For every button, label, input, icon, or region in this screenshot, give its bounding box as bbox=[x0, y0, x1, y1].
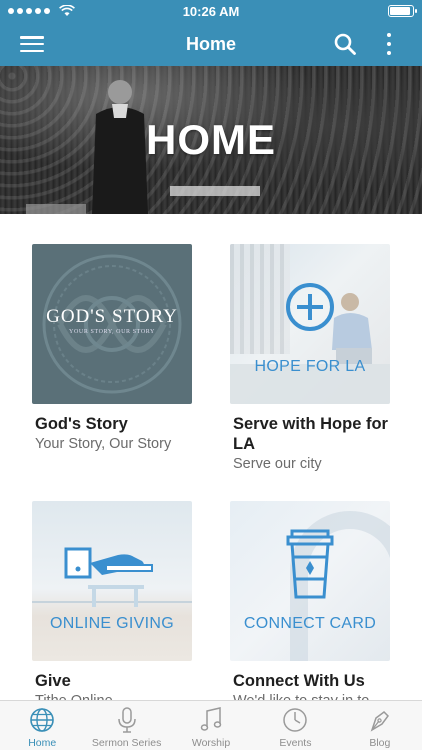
hero-banner: HOME bbox=[0, 66, 422, 214]
tile-connect[interactable]: CONNECT CARD Connect With Us We'd like t… bbox=[230, 501, 390, 711]
clock-icon bbox=[283, 708, 308, 732]
building-image bbox=[230, 244, 290, 354]
page-title: Home bbox=[185, 33, 236, 54]
tab-label: Worship bbox=[191, 737, 231, 749]
microphone-icon bbox=[117, 707, 136, 733]
tile-give[interactable]: ONLINE GIVING Give Tithe Online bbox=[32, 501, 192, 711]
keyboard-image bbox=[170, 186, 260, 196]
globe-icon bbox=[30, 708, 55, 732]
wifi-icon bbox=[59, 5, 75, 16]
tile-image-hope-for-la[interactable]: HOPE FOR LA bbox=[230, 244, 390, 404]
coffee-cup-icon bbox=[286, 529, 334, 599]
signal-dot-icon bbox=[35, 8, 41, 14]
tile-image-subtitle: YOUR STORY, OUR STORY bbox=[69, 329, 155, 335]
tab-blog[interactable]: Blog bbox=[338, 701, 422, 750]
tile-subtitle: Serve our city bbox=[233, 456, 322, 472]
tile-title: God's Story bbox=[35, 415, 128, 433]
person-photo-image bbox=[332, 293, 372, 364]
tile-image-label: ONLINE GIVING bbox=[50, 615, 174, 632]
podium-image bbox=[26, 204, 86, 214]
status-bar: 10:26 AM bbox=[0, 0, 422, 22]
tab-label: Sermon Series bbox=[91, 737, 162, 749]
battery-icon bbox=[388, 5, 417, 17]
tab-home[interactable]: Home bbox=[0, 701, 84, 750]
tile-gods-story[interactable]: GOD'S STORY YOUR STORY, OUR STORY God's … bbox=[32, 244, 192, 454]
signal-indicator bbox=[8, 5, 75, 17]
signal-dot-icon bbox=[44, 8, 50, 14]
pen-nib-icon bbox=[370, 711, 389, 732]
giving-hand-icon bbox=[64, 547, 153, 607]
tile-subtitle: Your Story, Our Story bbox=[35, 436, 172, 452]
tile-image-online-giving[interactable]: ONLINE GIVING bbox=[32, 501, 192, 661]
search-icon[interactable] bbox=[333, 32, 357, 56]
tile-title: Serve with Hope for LA bbox=[233, 415, 388, 453]
hero-title: HOME bbox=[146, 116, 276, 163]
signal-dot-icon bbox=[26, 8, 32, 14]
tab-events[interactable]: Events bbox=[253, 701, 337, 750]
plus-circle-icon bbox=[286, 283, 334, 331]
nav-bar: Home bbox=[0, 22, 422, 66]
signal-dot-icon bbox=[17, 8, 23, 14]
tab-label: Home bbox=[28, 737, 57, 749]
tab-label: Blog bbox=[369, 737, 391, 749]
tile-title: Give bbox=[35, 672, 71, 690]
tile-hope-for-la[interactable]: HOPE FOR LA Serve with Hope for LA Serve… bbox=[230, 244, 390, 474]
signal-dot-icon bbox=[8, 8, 14, 14]
tile-image-connect-card[interactable]: CONNECT CARD bbox=[230, 501, 390, 661]
music-note-icon bbox=[200, 707, 222, 731]
tile-image-label: CONNECT CARD bbox=[243, 615, 377, 632]
tile-image-gods-story[interactable]: GOD'S STORY YOUR STORY, OUR STORY bbox=[32, 244, 192, 404]
tile-image-title: GOD'S STORY bbox=[46, 306, 178, 327]
tab-worship[interactable]: Worship bbox=[169, 701, 253, 750]
tab-sermon-series[interactable]: Sermon Series bbox=[84, 701, 168, 750]
tab-label: Events bbox=[279, 737, 312, 749]
more-options-icon[interactable] bbox=[382, 31, 396, 57]
tile-image-label: HOPE FOR LA bbox=[254, 358, 366, 375]
hamburger-menu-icon[interactable] bbox=[20, 33, 44, 55]
tile-title: Connect With Us bbox=[233, 672, 365, 690]
tab-bar: Home Sermon Series Worship Events Blog bbox=[0, 700, 422, 750]
